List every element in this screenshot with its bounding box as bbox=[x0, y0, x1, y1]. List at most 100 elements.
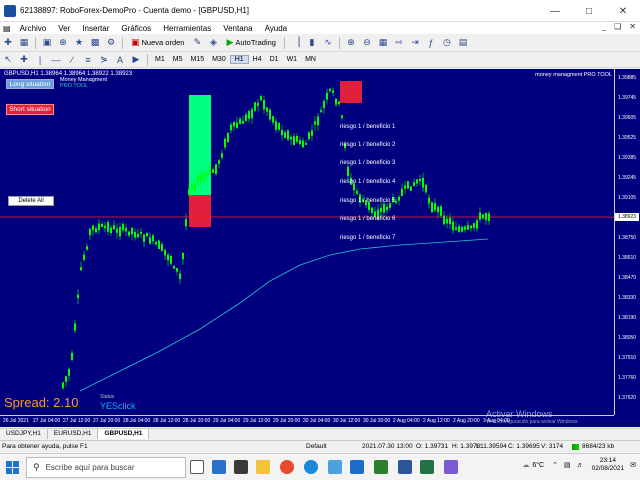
delete-all-button[interactable]: Delete All bbox=[8, 196, 54, 206]
crosshair-icon[interactable]: ✚ bbox=[17, 53, 31, 67]
weather-temp[interactable]: 6°C bbox=[532, 462, 544, 469]
signals-icon[interactable]: ◈ bbox=[206, 36, 220, 50]
templates-icon[interactable]: ▤ bbox=[456, 36, 470, 50]
tf-h1[interactable]: H1 bbox=[229, 55, 249, 64]
tile-windows-icon[interactable]: ▦ bbox=[376, 36, 390, 50]
time-tick-label: 30 Jul 04:00 bbox=[303, 418, 331, 424]
time-tick-label: 28 Jul 04:00 bbox=[123, 418, 151, 424]
mail-icon[interactable] bbox=[350, 460, 364, 474]
bar-chart-icon[interactable]: ▕ bbox=[289, 36, 303, 50]
tf-m1[interactable]: M1 bbox=[151, 56, 169, 63]
candle-body bbox=[329, 88, 331, 91]
connection-icon bbox=[572, 443, 579, 450]
menu-archivo[interactable]: Archivo bbox=[14, 24, 53, 33]
strategy-tester-icon[interactable]: ⚙ bbox=[104, 36, 118, 50]
weather-icon[interactable]: ☁ bbox=[522, 461, 529, 469]
tab-usdjpy[interactable]: USDJPY,H1 bbox=[0, 429, 48, 439]
tf-w1[interactable]: W1 bbox=[283, 56, 302, 63]
notifications-icon[interactable]: ✉ bbox=[630, 461, 636, 469]
file-explorer-icon[interactable] bbox=[256, 460, 270, 474]
metatrader-icon[interactable] bbox=[374, 460, 388, 474]
tf-d1[interactable]: D1 bbox=[266, 56, 283, 63]
candle-body bbox=[284, 132, 286, 138]
trendline-icon[interactable]: ∕ bbox=[65, 53, 79, 67]
tf-mn[interactable]: MN bbox=[301, 56, 320, 63]
excel-icon[interactable] bbox=[420, 460, 434, 474]
minimize-button[interactable]: — bbox=[538, 0, 572, 22]
maximize-button[interactable]: □ bbox=[572, 0, 606, 22]
chart-shift-icon[interactable]: ⇥ bbox=[408, 36, 422, 50]
navigator-icon[interactable]: ★ bbox=[72, 36, 86, 50]
tf-h4[interactable]: H4 bbox=[249, 56, 266, 63]
edge-icon[interactable] bbox=[304, 460, 318, 474]
data-window-icon[interactable]: ⊕ bbox=[56, 36, 70, 50]
mdi-restore-button[interactable]: ❏ bbox=[614, 22, 621, 31]
short-situation-button[interactable]: Short situation bbox=[6, 104, 54, 115]
channel-icon[interactable]: ≡ bbox=[81, 53, 95, 67]
riesgo-beneficio-6: riesgo 1 / beneficio 6 bbox=[340, 216, 396, 222]
menu-ver[interactable]: Ver bbox=[52, 24, 76, 33]
menu-herramientas[interactable]: Herramientas bbox=[157, 24, 217, 33]
candle-body bbox=[92, 225, 94, 231]
tf-m30[interactable]: M30 bbox=[208, 56, 230, 63]
zoom-in-icon[interactable]: ⊕ bbox=[344, 36, 358, 50]
price-axis[interactable]: 1.39885 1.39745 1.39605 1.39525 1.39385 1.392… bbox=[614, 69, 640, 415]
time-axis[interactable]: 26 Jul 2021 27 Jul 04:00 27 Jul 12:00 27 Ju… bbox=[0, 415, 614, 427]
profile-name[interactable]: Default bbox=[306, 443, 327, 450]
text-icon[interactable]: A bbox=[113, 53, 127, 67]
onenote-icon[interactable] bbox=[444, 460, 458, 474]
chart-menu-icon[interactable]: ▤ bbox=[0, 24, 14, 33]
periods-icon[interactable]: ◷ bbox=[440, 36, 454, 50]
menu-ayuda[interactable]: Ayuda bbox=[259, 24, 294, 33]
tab-gbpusd[interactable]: GBPUSD,H1 bbox=[98, 429, 150, 439]
line-chart-icon[interactable]: ∿ bbox=[321, 36, 335, 50]
windows-start-icon[interactable] bbox=[6, 461, 19, 474]
vertical-line-icon[interactable]: | bbox=[33, 53, 47, 67]
zoom-out-icon[interactable]: ⊖ bbox=[360, 36, 374, 50]
terminal-icon[interactable]: ▩ bbox=[88, 36, 102, 50]
taskbar-search-box[interactable]: ⚲ Escribe aquí para buscar bbox=[26, 457, 186, 478]
menu-graficos[interactable]: Gráficos bbox=[115, 24, 157, 33]
price-chart[interactable] bbox=[0, 69, 640, 427]
horizontal-line-icon[interactable]: — bbox=[49, 53, 63, 67]
task-view-icon[interactable] bbox=[190, 460, 204, 474]
new-chart-icon[interactable]: ✚ bbox=[1, 36, 15, 50]
tf-m15[interactable]: M15 bbox=[186, 56, 208, 63]
candle-body bbox=[158, 240, 160, 249]
candle-body bbox=[404, 185, 406, 189]
profiles-icon[interactable]: ▦ bbox=[17, 36, 31, 50]
current-price-tag: 1.38923 bbox=[615, 213, 639, 221]
tab-eurusd[interactable]: EURUSD,H1 bbox=[48, 429, 99, 439]
network-icon[interactable]: ▤ bbox=[564, 461, 571, 469]
volume-icon[interactable]: ♬ bbox=[577, 462, 584, 469]
label-icon[interactable]: ▶ bbox=[129, 53, 143, 67]
teams-icon[interactable] bbox=[212, 460, 226, 474]
close-button[interactable]: ✕ bbox=[606, 0, 640, 22]
connection-status[interactable]: 8684/23 kb bbox=[572, 443, 614, 450]
autotrading-button[interactable]: ▶ AutoTrading bbox=[222, 36, 280, 50]
store-icon[interactable] bbox=[328, 460, 342, 474]
tray-chevron-icon[interactable]: ⌃ bbox=[552, 461, 558, 469]
tf-m5[interactable]: M5 bbox=[169, 56, 187, 63]
fibonacci-icon[interactable]: ⋟ bbox=[97, 53, 111, 67]
clock[interactable]: 23:14 02/08/2021 bbox=[592, 457, 625, 473]
app-icon[interactable] bbox=[234, 460, 248, 474]
chrome-icon[interactable] bbox=[280, 460, 294, 474]
menu-ventana[interactable]: Ventana bbox=[217, 24, 258, 33]
metaeditor-icon[interactable]: ✎ bbox=[190, 36, 204, 50]
cursor-icon[interactable]: ↖ bbox=[1, 53, 15, 67]
menu-insertar[interactable]: Insertar bbox=[76, 24, 115, 33]
market-watch-icon[interactable]: ▣ bbox=[40, 36, 54, 50]
candle-body bbox=[248, 111, 250, 119]
candle-chart-icon[interactable]: ▮ bbox=[305, 36, 319, 50]
autoscroll-icon[interactable]: ⇨ bbox=[392, 36, 406, 50]
mdi-close-button[interactable]: ✕ bbox=[629, 22, 636, 31]
candle-body bbox=[452, 221, 454, 231]
mdi-minimize-button[interactable]: _ bbox=[602, 22, 606, 31]
chart-window[interactable]: GBPUSD,H1 1.38964 1.38964 1.38922 1.3892… bbox=[0, 69, 640, 427]
long-situation-button[interactable]: Long situation bbox=[6, 79, 54, 89]
word-icon[interactable] bbox=[398, 460, 412, 474]
indicators-icon[interactable]: ƒ bbox=[424, 36, 438, 50]
new-order-button[interactable]: ▣ Nueva orden bbox=[127, 36, 188, 50]
bar-close: C: 1.39695 bbox=[508, 443, 540, 450]
